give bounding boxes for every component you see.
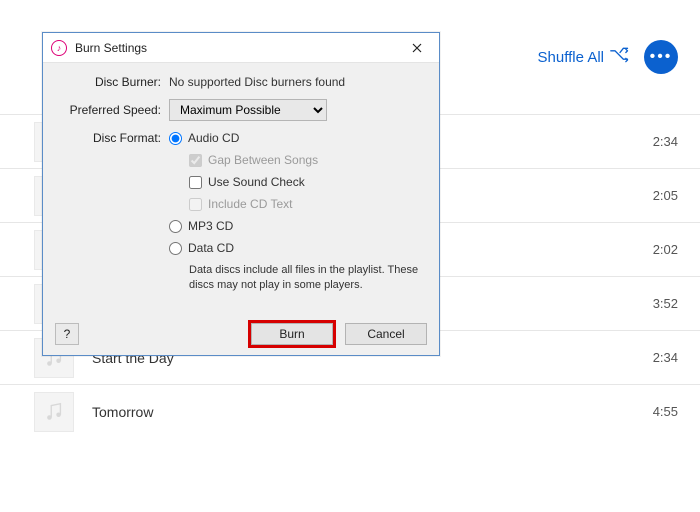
track-duration: 2:02	[653, 242, 678, 257]
help-button[interactable]: ?	[55, 323, 79, 345]
dialog-footer: ? Burn Cancel	[43, 317, 439, 355]
dialog-title: Burn Settings	[75, 41, 403, 55]
data-cd-radio[interactable]	[169, 242, 182, 255]
preferred-speed-select[interactable]: Maximum Possible	[169, 99, 327, 121]
close-button[interactable]	[403, 37, 431, 59]
mp3-cd-label: MP3 CD	[188, 219, 233, 233]
disc-burner-label: Disc Burner:	[61, 75, 169, 89]
burn-button[interactable]: Burn	[251, 323, 333, 345]
track-duration: 2:34	[653, 134, 678, 149]
track-title: Tomorrow	[92, 404, 653, 420]
dialog-header: ♪ Burn Settings	[43, 33, 439, 63]
use-sound-check-label: Use Sound Check	[208, 175, 305, 189]
mp3-cd-radio[interactable]	[169, 220, 182, 233]
include-cd-text-checkbox	[189, 198, 202, 211]
table-row[interactable]: Tomorrow 4:55	[0, 384, 700, 438]
music-icon	[43, 401, 65, 423]
cancel-button[interactable]: Cancel	[345, 323, 427, 345]
preferred-speed-label: Preferred Speed:	[61, 103, 169, 117]
track-duration: 2:34	[653, 350, 678, 365]
track-duration: 2:05	[653, 188, 678, 203]
gap-between-songs-checkbox	[189, 154, 202, 167]
track-duration: 4:55	[653, 404, 678, 419]
gap-between-songs-label: Gap Between Songs	[208, 153, 318, 167]
burn-settings-dialog: ♪ Burn Settings Disc Burner: No supporte…	[42, 32, 440, 356]
include-cd-text-label: Include CD Text	[208, 197, 293, 211]
audio-cd-label: Audio CD	[188, 131, 239, 145]
data-cd-note: Data discs include all files in the play…	[189, 263, 419, 293]
close-icon	[412, 43, 422, 53]
data-cd-label: Data CD	[188, 241, 234, 255]
disc-burner-value: No supported Disc burners found	[169, 75, 421, 89]
use-sound-check-checkbox[interactable]	[189, 176, 202, 189]
dialog-body: Disc Burner: No supported Disc burners f…	[43, 63, 439, 317]
disc-format-label: Disc Format:	[61, 131, 169, 145]
track-duration: 3:52	[653, 296, 678, 311]
track-art	[34, 392, 74, 432]
app-icon: ♪	[51, 40, 67, 56]
audio-cd-radio[interactable]	[169, 132, 182, 145]
